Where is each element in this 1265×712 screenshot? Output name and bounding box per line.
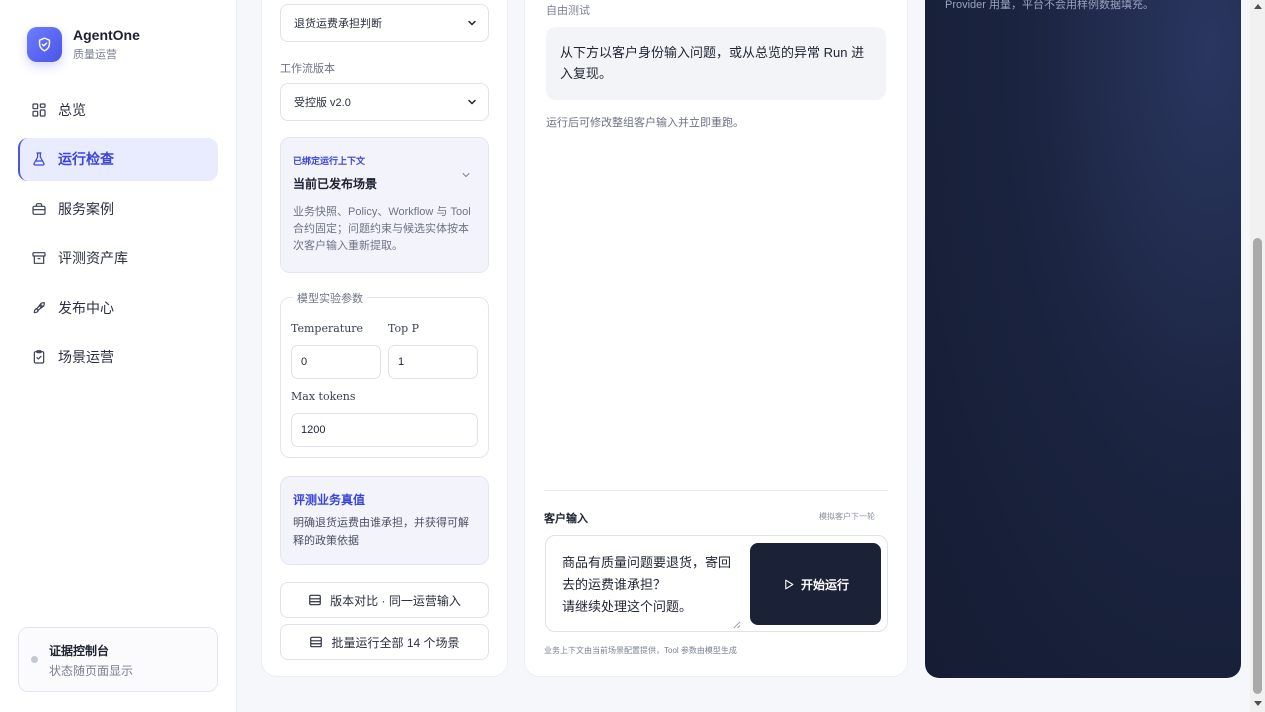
context-title: 当前已发布场景 xyxy=(293,177,378,191)
sidebar-item-label: 评测资产库 xyxy=(58,250,128,266)
assistant-message: 从下方以客户身份输入问题，或从总览的异常 Run 进入复现。 xyxy=(546,27,886,100)
batch-run-label: 批量运行全部 14 个场景 xyxy=(331,635,460,650)
status-dot xyxy=(31,656,38,663)
chevron-down-icon[interactable] xyxy=(460,168,472,186)
max-tokens-label: Max tokens xyxy=(291,390,356,403)
sidebar-item-service-cases[interactable]: 服务案例 xyxy=(18,187,218,230)
context-description: 业务快照、Policy、Workflow 与 Tool 合约固定；问题约束与候选… xyxy=(293,206,471,252)
sidebar-item-label: 发布中心 xyxy=(58,299,114,316)
scenario-select[interactable]: 退货运费承担判断 xyxy=(280,4,489,42)
table-icon xyxy=(308,593,322,607)
workflow-select-value: 受控版 v2.0 xyxy=(294,97,351,109)
sidebar-item-run-check[interactable]: 运行检查 xyxy=(18,137,218,181)
rerun-hint: 运行后可修改整组客户输入并立即重跑。 xyxy=(546,117,744,129)
customer-input-textarea[interactable]: 商品有质量问题要退货，寄回去的运费谁承担？ 请继续处理这个问题。 xyxy=(562,552,742,618)
truth-description: 明确退货运费由谁承担，并获得可解释的政策依据 xyxy=(293,517,469,547)
sidebar-item-label: 服务案例 xyxy=(58,200,114,217)
workflow-select[interactable]: 受控版 v2.0 xyxy=(280,83,489,121)
temperature-label: Temperature xyxy=(291,322,364,335)
bound-context-card[interactable]: 已绑定运行上下文 当前已发布场景 业务快照、Policy、Workflow 与 … xyxy=(280,137,489,273)
divider xyxy=(544,490,888,491)
top-p-input[interactable]: 1 xyxy=(388,345,478,379)
brand-title: AgentOne xyxy=(73,27,140,43)
scroll-down-arrow-icon[interactable] xyxy=(1254,701,1262,706)
shield-check-icon xyxy=(27,27,62,62)
scrollbar-thumb[interactable] xyxy=(1253,238,1262,694)
archive-icon xyxy=(30,249,48,267)
start-run-label: 开始运行 xyxy=(800,577,849,592)
truth-title: 评测业务真值 xyxy=(293,493,366,507)
brand[interactable]: AgentOne 质量运营 xyxy=(27,27,140,62)
sidebar-item-label: 运行检查 xyxy=(58,151,114,167)
brand-subtitle: 质量运营 xyxy=(73,49,117,61)
grid-icon xyxy=(30,101,48,119)
flask-icon xyxy=(30,150,48,168)
sidebar-item-scenario-ops[interactable]: 场景运营 xyxy=(18,336,218,379)
version-compare-button[interactable]: 版本对比 · 同一运营输入 xyxy=(280,582,489,618)
max-tokens-input[interactable]: 1200 xyxy=(291,413,478,447)
free-test-label: 自由测试 xyxy=(546,5,590,17)
sidebar-item-release-center[interactable]: 发布中心 xyxy=(18,286,218,329)
start-run-button[interactable]: 开始运行 xyxy=(750,543,881,625)
model-params-legend: 模型实验参数 xyxy=(293,290,367,306)
business-truth-card: 评测业务真值 明确退货运费由谁承担，并获得可解释的政策依据 xyxy=(280,476,489,565)
scroll-up-arrow-icon[interactable] xyxy=(1254,4,1262,9)
resize-handle-icon[interactable] xyxy=(732,616,741,634)
sidebar-nav: 总览 运行检查 服务案例 评测资产库 发布中心 场景运营 xyxy=(18,88,218,385)
evidence-title: 证据控制台 xyxy=(49,644,110,658)
sidebar-item-label: 总览 xyxy=(58,101,86,118)
context-tag: 已绑定运行上下文 xyxy=(293,156,366,166)
clipboard-check-icon xyxy=(30,348,48,366)
chevron-down-icon xyxy=(466,96,478,111)
temperature-input[interactable]: 0 xyxy=(291,345,381,379)
evidence-console[interactable]: 证据控制台 状态随页面显示 xyxy=(18,627,218,692)
evidence-subtitle: 状态随页面显示 xyxy=(49,664,134,678)
footer-note: 业务上下文由当前场景配置提供，Tool 参数由模型生成 xyxy=(544,646,737,655)
customer-input-label: 客户输入 xyxy=(544,513,588,525)
insight-panel xyxy=(925,0,1241,678)
sidebar-item-eval-assets[interactable]: 评测资产库 xyxy=(18,237,218,280)
sidebar-item-label: 场景运营 xyxy=(58,349,114,365)
chevron-down-icon xyxy=(466,17,478,32)
version-compare-label: 版本对比 · 同一运营输入 xyxy=(330,593,461,608)
table-icon xyxy=(309,635,323,649)
batch-run-button[interactable]: 批量运行全部 14 个场景 xyxy=(280,624,489,660)
workflow-label: 工作流版本 xyxy=(280,63,335,75)
customer-input-hint: 模拟客户下一轮 xyxy=(819,512,875,521)
scenario-select-value: 退货运费承担判断 xyxy=(294,18,382,30)
rocket-icon xyxy=(30,299,48,317)
sidebar: AgentOne 质量运营 总览 运行检查 服务案例 评测资产库 发布中心 场景… xyxy=(0,0,237,712)
briefcase-icon xyxy=(30,200,48,218)
sidebar-item-overview[interactable]: 总览 xyxy=(18,88,218,131)
play-icon xyxy=(782,578,795,591)
top-p-label: Top P xyxy=(388,322,420,335)
provider-usage-note: Provider 用量，平台不会用样例数据填充。 xyxy=(945,0,1155,11)
